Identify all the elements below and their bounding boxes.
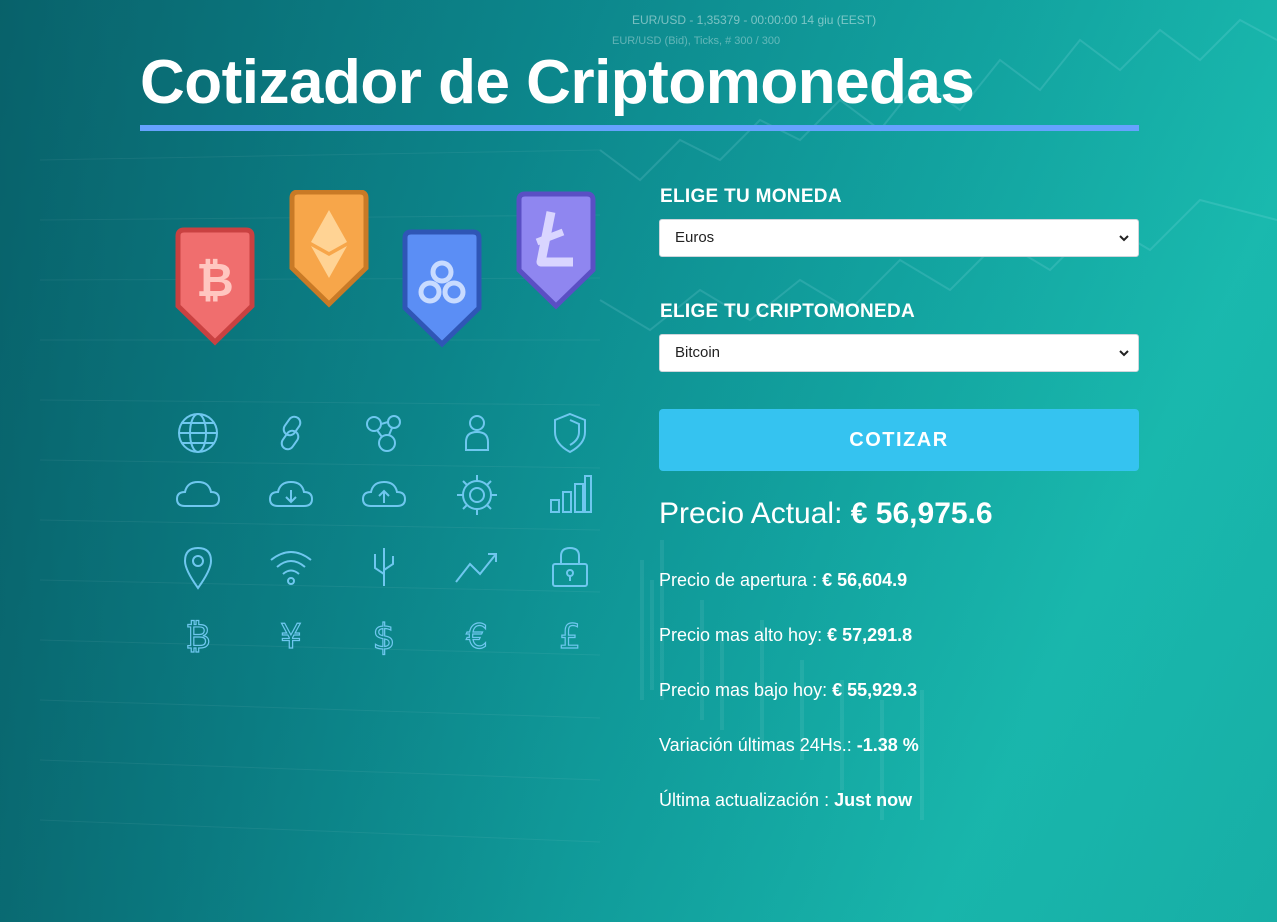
- high-price: Precio mas alto hoy: € 57,291.8: [659, 625, 1139, 646]
- bitcoin-symbol-icon: ₿: [185, 616, 211, 657]
- svg-text:£: £: [559, 617, 581, 657]
- svg-text:€: €: [466, 617, 488, 657]
- low-price-label: Precio mas bajo hoy:: [659, 679, 828, 700]
- svg-text:$: $: [373, 617, 396, 658]
- user-icon: [465, 415, 489, 451]
- link-icon: [280, 415, 302, 451]
- usb-icon: [374, 548, 394, 586]
- change-24h-value: -1.38 %: [856, 734, 919, 755]
- pound-icon: £: [559, 616, 582, 657]
- high-price-label: Precio mas alto hoy:: [659, 624, 823, 645]
- trend-up-icon: [455, 553, 497, 583]
- currency-select[interactable]: Euros: [659, 218, 1139, 257]
- feature-icon-grid: ₿ ¥ $ € £: [175, 410, 595, 660]
- euro-icon: €: [466, 616, 489, 657]
- last-updated: Última actualización : Just now: [659, 790, 1139, 811]
- ethereum-badge-icon: [289, 190, 369, 308]
- open-price-value: € 56,604.9: [822, 569, 908, 590]
- svg-text:₿: ₿: [196, 254, 234, 306]
- change-24h-label: Variación últimas 24Hs.:: [659, 734, 852, 755]
- globe-icon: [178, 413, 218, 453]
- open-price: Precio de apertura : € 56,604.9: [659, 570, 1139, 591]
- bar-chart-icon: [550, 475, 592, 513]
- chevron-down-icon: [1119, 349, 1129, 357]
- cloud-upload-icon: [361, 480, 407, 507]
- shield-icon: [554, 412, 586, 454]
- padlock-icon: [552, 546, 588, 587]
- cloud-icon: [175, 480, 221, 507]
- page-title: Cotizador de Criptomonedas: [140, 48, 975, 117]
- quote-form: ELIGE TU MONEDA Euros ELIGE TU CRIPTOMON…: [659, 186, 1139, 811]
- change-24h: Variación últimas 24Hs.: -1.38 %: [659, 735, 1139, 756]
- wifi-icon: [270, 551, 312, 585]
- location-pin-icon: [183, 546, 213, 590]
- yen-icon: ¥: [280, 616, 303, 657]
- main-container: Cotizador de Criptomonedas ₿ ₿ ¥ $ € £ E…: [140, 0, 1139, 922]
- crypto-selected-value: Bitcoin: [675, 343, 721, 361]
- gear-icon: [457, 475, 497, 515]
- dollar-icon: $: [372, 616, 396, 658]
- low-price: Precio mas bajo hoy: € 55,929.3: [659, 680, 1139, 701]
- open-price-label: Precio de apertura :: [659, 569, 818, 590]
- ripple-badge-icon: [402, 229, 482, 348]
- last-updated-label: Última actualización :: [659, 789, 830, 810]
- high-price-value: € 57,291.8: [827, 624, 913, 645]
- cloud-download-icon: [268, 480, 314, 507]
- title-underline: [140, 125, 1139, 131]
- current-price-label: Precio Actual:: [659, 496, 843, 530]
- litecoin-badge-icon: [516, 191, 596, 310]
- crypto-badges: ₿: [175, 190, 596, 348]
- cotizar-button[interactable]: COTIZAR: [659, 408, 1139, 471]
- crypto-select[interactable]: Bitcoin: [659, 333, 1139, 372]
- bitcoin-badge-icon: ₿: [175, 227, 255, 346]
- svg-text:¥: ¥: [280, 617, 302, 657]
- svg-text:₿: ₿: [185, 617, 210, 657]
- last-updated-value: Just now: [834, 789, 913, 810]
- network-icon: [366, 415, 401, 452]
- currency-selected-value: Euros: [675, 228, 715, 246]
- chevron-down-icon: [1119, 235, 1129, 242]
- current-price-value: € 56,975.6: [850, 496, 993, 530]
- current-price: Precio Actual: € 56,975.6: [659, 496, 1139, 532]
- crypto-label: ELIGE TU CRIPTOMONEDA: [660, 300, 916, 322]
- low-price-value: € 55,929.3: [832, 679, 918, 700]
- currency-label: ELIGE TU MONEDA: [660, 186, 842, 207]
